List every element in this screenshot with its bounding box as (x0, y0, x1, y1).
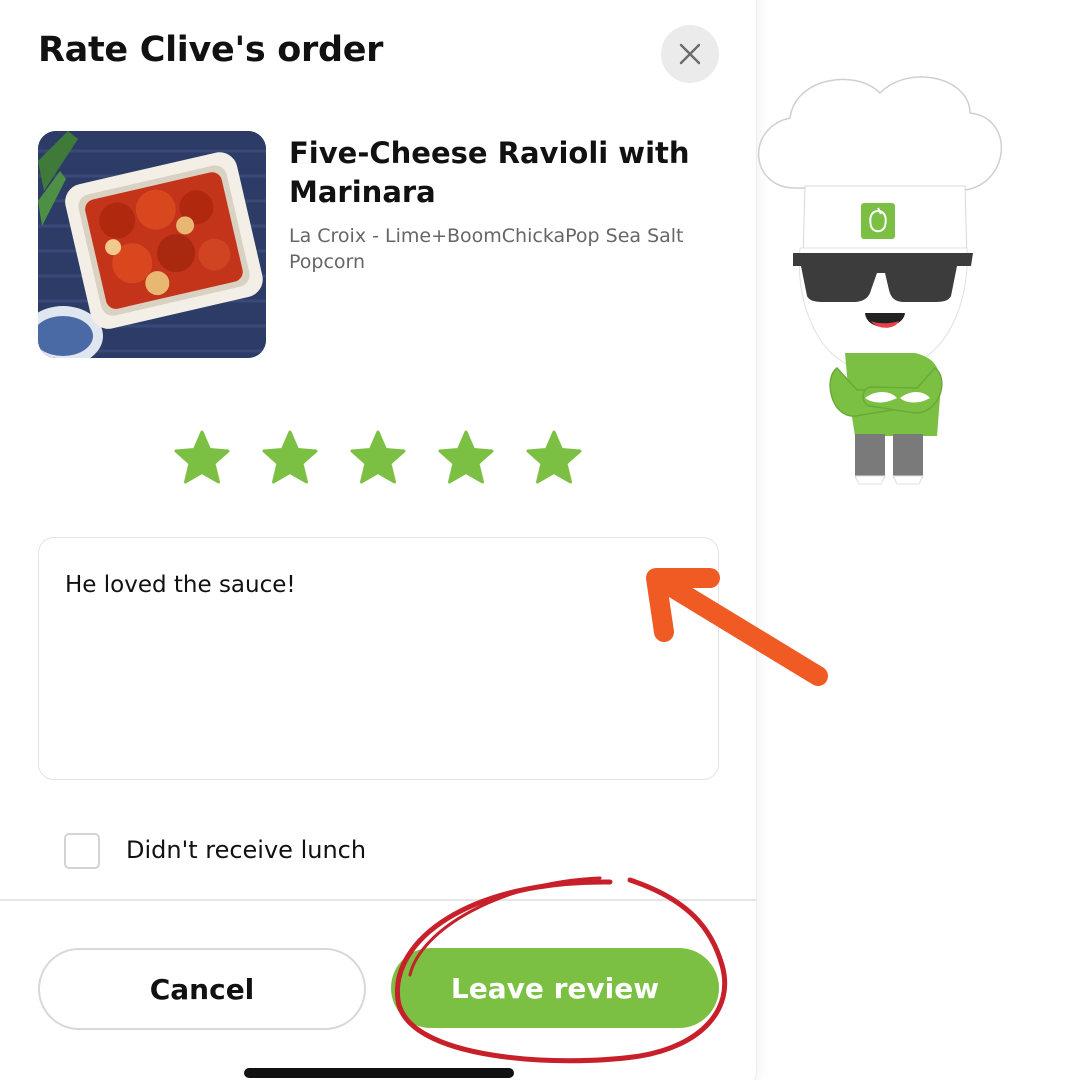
modal-title: Rate Clive's order (38, 30, 384, 70)
star-icon-5[interactable] (524, 428, 584, 488)
star-icon-4[interactable] (436, 428, 496, 488)
didnt-receive-checkbox[interactable] (64, 833, 100, 869)
item-sides: La Croix - Lime+BoomChickaPop Sea Salt P… (289, 225, 684, 273)
star-icon-1[interactable] (172, 428, 232, 488)
star-icon-3[interactable] (348, 428, 408, 488)
item-name: Five-Cheese Ravioli with Marinara (289, 136, 690, 209)
review-textarea[interactable]: He loved the sauce! (38, 537, 719, 780)
footer-divider (0, 899, 756, 901)
cancel-button[interactable]: Cancel (38, 948, 366, 1030)
rate-order-screen: Rate Clive's order Five-Cheese Ravioli w… (0, 0, 1080, 1080)
leave-review-button[interactable]: Leave review (391, 948, 719, 1028)
chef-mascot-icon (757, 76, 1003, 485)
star-rating[interactable] (172, 428, 584, 488)
food-photo (38, 131, 266, 358)
star-icon-2[interactable] (260, 428, 320, 488)
close-icon (679, 43, 701, 65)
didnt-receive-label: Didn't receive lunch (126, 836, 367, 864)
home-indicator (244, 1068, 514, 1078)
close-button[interactable] (661, 25, 719, 83)
